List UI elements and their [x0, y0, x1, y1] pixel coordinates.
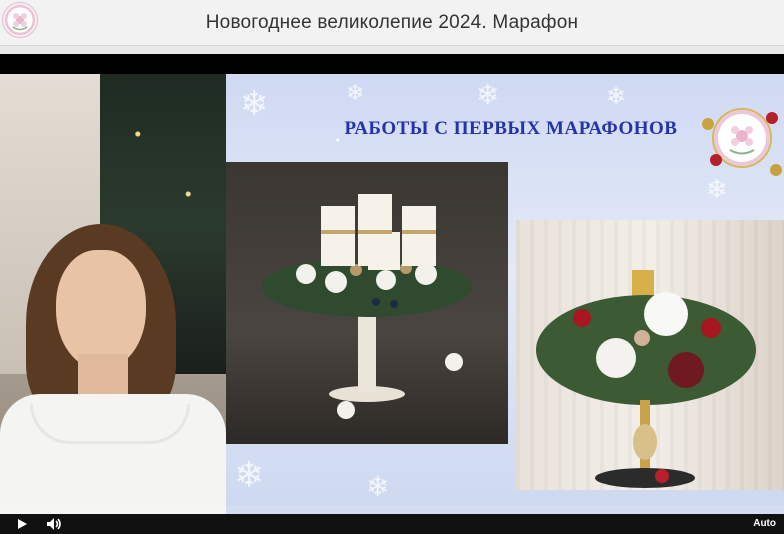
flower-logo-icon — [729, 126, 755, 155]
snowflake-icon: ❄ — [706, 174, 728, 204]
page-title: Новогоднее великолепие 2024. Марафон — [205, 11, 579, 33]
blouse-ruffle — [30, 404, 190, 444]
volume-button[interactable] — [40, 514, 68, 534]
quality-selector[interactable]: Auto — [753, 516, 776, 532]
candle-arrangement-photo — [226, 162, 508, 444]
progress-bar[interactable] — [0, 506, 784, 514]
presentation-slide: ❄ ❄ ❄ ❄ ❄ ❄ ❄ РАБОТЫ С ПЕРВЫХ МАРАФОНОВ — [226, 74, 784, 514]
ornament-icon — [770, 164, 782, 176]
volume-icon — [47, 518, 61, 530]
floral-bouquet-illustration — [536, 270, 756, 488]
presenter-video — [0, 74, 226, 514]
ornament-icon — [766, 112, 778, 124]
slide-heading: РАБОТЫ С ПЕРВЫХ МАРАФОНОВ — [344, 118, 678, 139]
header-bar: Новогоднее великолепие 2024. Марафон — [0, 0, 784, 46]
snowflake-icon: ❄ — [476, 79, 500, 110]
ornament-icon — [702, 118, 714, 130]
presenter-face — [56, 250, 146, 370]
snowflake-icon: ❄ — [366, 471, 390, 502]
candle-arrangement-illustration — [262, 194, 472, 419]
play-icon — [18, 519, 27, 529]
video-player[interactable]: ❄ ❄ ❄ ❄ ❄ ❄ ❄ РАБОТЫ С ПЕРВЫХ МАРАФОНОВ — [0, 54, 784, 534]
player-top-band — [0, 54, 784, 74]
snowflake-icon: ❄ — [606, 83, 627, 110]
play-button[interactable] — [8, 514, 36, 534]
flower-logo-icon — [12, 13, 28, 31]
ornament-icon — [710, 154, 722, 166]
snowflake-icon: ❄ — [240, 85, 269, 123]
player-controls: Auto — [0, 514, 784, 534]
snowflake-icon: ❄ — [346, 80, 365, 105]
site-logo[interactable] — [2, 2, 38, 38]
floral-bouquet-photo — [516, 220, 784, 490]
snowflake-icon: ❄ — [234, 454, 265, 495]
header-divider — [0, 46, 784, 54]
